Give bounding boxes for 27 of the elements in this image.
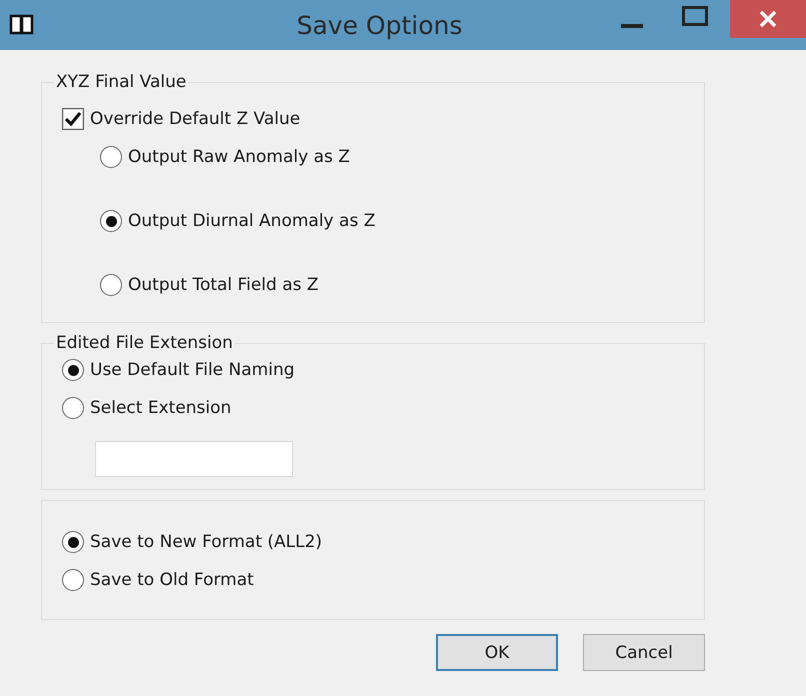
- radio-button[interactable]: [62, 359, 84, 381]
- ok-button[interactable]: OK: [436, 634, 558, 671]
- book-icon: [9, 14, 35, 36]
- option-label: Override Default Z Value: [90, 109, 300, 129]
- radio-button[interactable]: [100, 274, 122, 296]
- close-button[interactable]: [730, 0, 806, 38]
- group-label: Edited File Extension: [55, 333, 234, 353]
- option-label: Save to New Format (ALL2): [90, 532, 322, 552]
- option-label: Use Default File Naming: [90, 360, 295, 380]
- radio-button[interactable]: [62, 397, 84, 419]
- input-field[interactable]: [95, 441, 293, 477]
- option-label: Output Total Field as Z: [128, 275, 319, 295]
- option-label: Output Diurnal Anomaly as Z: [128, 211, 376, 231]
- close-icon: [759, 10, 777, 28]
- dialog-button[interactable]: Cancel: [583, 634, 705, 671]
- radio-button[interactable]: [100, 146, 122, 168]
- option-label: Save to Old Format: [90, 570, 254, 590]
- option-label: Select Extension: [90, 398, 232, 418]
- window-title: Save Options: [296, 10, 464, 40]
- maximize-icon: [682, 6, 708, 26]
- radio-button[interactable]: [62, 569, 84, 591]
- group-label: XYZ Final Value: [55, 72, 188, 92]
- minimize-icon: [621, 24, 643, 28]
- option-label: Output Raw Anomaly as Z: [128, 147, 350, 167]
- radio-button[interactable]: [100, 210, 122, 232]
- checkbox[interactable]: [62, 108, 84, 130]
- radio-button[interactable]: [62, 531, 84, 553]
